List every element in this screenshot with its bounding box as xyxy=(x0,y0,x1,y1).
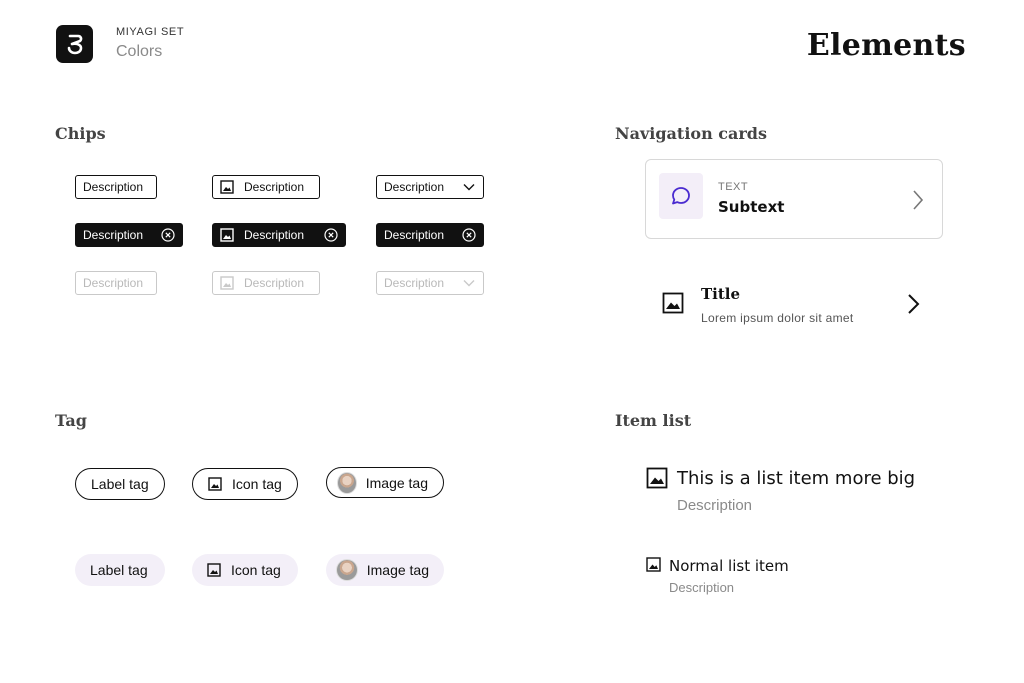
chip-label: Description xyxy=(83,180,144,194)
tag-label: Icon tag xyxy=(232,476,282,492)
image-icon xyxy=(662,292,684,314)
image-tag-soft[interactable]: Image tag xyxy=(326,554,444,586)
image-icon xyxy=(220,228,234,242)
section-title-tag: Tag xyxy=(55,411,87,430)
list-item-title[interactable]: This is a list item more big xyxy=(677,468,915,489)
label-tag-soft[interactable]: Label tag xyxy=(75,554,165,586)
close-circle-icon[interactable] xyxy=(462,228,476,242)
section-title-navigation-cards: Navigation cards xyxy=(615,124,767,143)
chip-filled-removable[interactable]: Description xyxy=(376,223,484,247)
chip-filled-icon-removable[interactable]: Description xyxy=(212,223,346,247)
chevron-right-icon xyxy=(911,189,925,211)
navigation-card-text[interactable]: TEXT Subtext xyxy=(645,159,943,239)
brand-logo-icon xyxy=(67,34,82,55)
image-icon xyxy=(208,477,222,491)
close-circle-icon[interactable] xyxy=(161,228,175,242)
chevron-down-icon xyxy=(462,180,476,194)
chip-label: Description xyxy=(83,228,144,242)
icon-tag[interactable]: Icon tag xyxy=(192,468,298,500)
section-title-item-list: Item list xyxy=(615,411,692,430)
avatar xyxy=(337,471,357,494)
chip-label: Description xyxy=(384,180,445,194)
chip-disabled-dropdown: Description xyxy=(376,271,484,295)
section-title-chips: Chips xyxy=(55,124,106,143)
chevron-right-icon[interactable] xyxy=(906,293,922,315)
nav-card-overline: TEXT xyxy=(718,181,749,193)
chat-bubble-icon xyxy=(659,173,703,219)
nav-card-subtext: Subtext xyxy=(718,198,785,216)
close-circle-icon[interactable] xyxy=(324,228,338,242)
chip-label: Description xyxy=(244,228,305,242)
chevron-down-icon xyxy=(462,276,476,290)
tag-label: Label tag xyxy=(90,562,148,578)
label-tag[interactable]: Label tag xyxy=(75,468,165,500)
tag-label: Icon tag xyxy=(231,562,281,578)
chip-filled-removable[interactable]: Description xyxy=(75,223,183,247)
avatar xyxy=(336,559,358,581)
chip-disabled: Description xyxy=(75,271,157,295)
tag-label: Label tag xyxy=(91,476,149,492)
chip-label: Description xyxy=(244,276,305,290)
page-title: Elements xyxy=(806,28,966,63)
brand-logo xyxy=(56,25,93,63)
chip-dropdown[interactable]: Description xyxy=(376,175,484,199)
chip-basic[interactable]: Description xyxy=(75,175,157,199)
brand-set-label: MIYAGI SET xyxy=(116,26,185,38)
image-icon xyxy=(220,180,234,194)
chip-label: Description xyxy=(384,276,445,290)
chip-label: Description xyxy=(244,180,305,194)
image-tag[interactable]: Image tag xyxy=(326,467,444,498)
image-icon xyxy=(207,563,221,577)
chip-disabled-with-icon: Description xyxy=(212,271,320,295)
image-icon xyxy=(220,276,234,290)
list-item-description: Description xyxy=(677,497,753,514)
brand-subtitle: Colors xyxy=(116,43,163,60)
list-item-description: Description xyxy=(669,580,735,595)
tag-label: Image tag xyxy=(365,474,428,491)
nav-card-title[interactable]: Title xyxy=(701,285,740,303)
tag-label: Image tag xyxy=(366,562,429,578)
chip-label: Description xyxy=(83,276,144,290)
nav-card-description: Lorem ipsum dolor sit amet xyxy=(701,311,854,325)
icon-tag-soft[interactable]: Icon tag xyxy=(192,554,298,586)
list-item-title[interactable]: Normal list item xyxy=(669,557,789,575)
chip-label: Description xyxy=(384,228,445,242)
image-icon xyxy=(646,467,668,489)
chip-with-icon[interactable]: Description xyxy=(212,175,320,199)
image-icon xyxy=(646,557,661,572)
